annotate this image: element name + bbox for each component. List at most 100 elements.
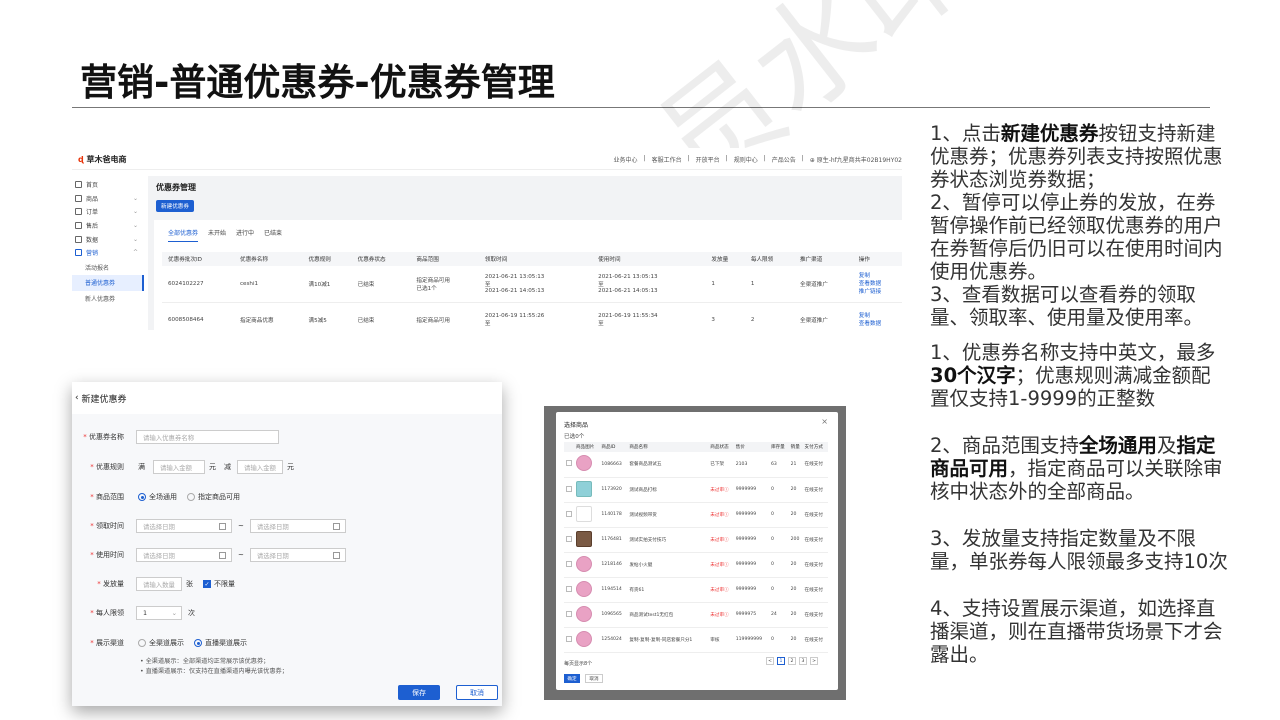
sidebar-subitem[interactable]: 活动报名 <box>72 260 144 276</box>
sidebar-item[interactable]: 首页 <box>72 178 144 192</box>
save-button[interactable]: 保存 <box>398 685 440 700</box>
rule-label: * 优惠规则 <box>90 463 124 471</box>
channel-all-radio[interactable]: 全渠道展示 <box>138 638 184 648</box>
sidebar-item[interactable]: 售后 ⌄ <box>72 219 144 233</box>
note-paragraph: 2、商品范围支持全场通用及指定商品可用，指定商品可以关联除审核中状态外的全部商品… <box>930 434 1223 503</box>
quantity-input[interactable]: 请输入数量 <box>136 577 182 591</box>
nav-divider: | <box>763 155 766 162</box>
top-nav-item[interactable]: 业务中心 <box>614 155 638 164</box>
product-row[interactable]: 1254024 复制-复制-复制-同店套餐只分1 审核 119999999 0 20 在线支… <box>564 627 828 653</box>
product-price: 9999975 <box>733 602 769 628</box>
product-stock: 0 <box>768 477 789 503</box>
use-start-date[interactable]: 请选择日期 <box>136 548 232 562</box>
channel-live-radio[interactable]: 直播渠道展示 <box>194 638 247 648</box>
product-name: 测试实拍支付技巧 <box>627 527 709 553</box>
ops-cell: 复制 查看数据 推广链接 <box>852 266 902 303</box>
product-table: 商品图片 商品ID 商品名称 商品状态 售价 库存量 销量 支付方式 1086663 套餐商品测… <box>564 442 828 653</box>
nav-divider: | <box>687 155 690 162</box>
sidebar-subitem[interactable]: 新人优惠券 <box>72 291 144 307</box>
select-cell <box>564 552 574 578</box>
row-checkbox[interactable] <box>566 460 572 467</box>
row-checkbox[interactable] <box>566 560 572 567</box>
page-button[interactable]: 2 <box>788 657 796 665</box>
new-coupon-button[interactable]: 新建优惠券 <box>156 200 194 212</box>
close-icon[interactable]: × <box>821 417 828 426</box>
product-sales: 21 <box>788 452 803 478</box>
top-nav-item[interactable]: 产品公告 <box>772 155 796 164</box>
op-link[interactable]: 复制 <box>859 312 902 320</box>
top-nav-item[interactable]: 客服工作台 <box>652 155 682 164</box>
product-name: 测试视频带货 <box>627 502 709 528</box>
row-checkbox[interactable] <box>566 535 572 542</box>
status-tab[interactable]: 全部优惠券 <box>168 228 199 242</box>
receive-start-date[interactable]: 请选择日期 <box>136 519 232 533</box>
op-link[interactable]: 查看数据 <box>859 320 902 328</box>
product-row[interactable]: 1086663 套餐商品测试五 已下架 2103 63 21 在线支付 <box>564 452 828 478</box>
product-row[interactable]: 1194514 有货61 未过审ⓘ 9999999 0 20 在线支付 <box>564 577 828 603</box>
row-checkbox[interactable] <box>566 510 572 517</box>
page-button[interactable]: 1 <box>777 657 785 665</box>
back-icon[interactable]: ‹ <box>75 393 79 403</box>
status-tab[interactable]: 进行中 <box>236 228 254 242</box>
product-stock: 0 <box>768 502 789 528</box>
scope-specific-radio[interactable]: 指定商品可用 <box>187 492 240 502</box>
product-row[interactable]: 1173920 测试商品打标 未过审ⓘ 9999999 0 20 在线支付 <box>564 477 828 503</box>
product-row[interactable]: 1096565 商品测试test1无红包 未过审ⓘ 9999975 24 20 在线支付 <box>564 602 828 628</box>
notes-top: 1、点击新建优惠券按钮支持新建优惠券；优惠券列表支持按照优惠券状态浏览券数据； 2… <box>930 122 1230 329</box>
status-tab[interactable]: 已结束 <box>264 228 282 242</box>
row-checkbox[interactable] <box>566 610 572 617</box>
scope-all-radio[interactable]: 全场通用 <box>138 492 177 502</box>
coupon-list-screenshot: ɖ 草木爸电商 业务中心 | 客服工作台 | 开放平台 | 规则中心 | 产品公告 | ⊕ 原生-h… <box>72 148 902 330</box>
note-paragraph: 1、点击新建优惠券按钮支持新建优惠券；优惠券列表支持按照优惠券状态浏览券数据； <box>930 122 1223 191</box>
sidebar-item[interactable]: 订单 ⌄ <box>72 205 144 219</box>
column-header: 使用时间 <box>592 252 706 266</box>
logo-mark-icon: ɖ <box>78 155 84 164</box>
product-name: 套餐商品测试五 <box>627 452 709 478</box>
picker-ok-button[interactable]: 确定 <box>564 674 580 683</box>
top-nav-item[interactable]: 规则中心 <box>734 155 758 164</box>
receive-time-row: * 领取时间 请选择日期 ~ 请选择日期 <box>72 518 346 534</box>
row-checkbox[interactable] <box>566 635 572 642</box>
picker-cancel-button[interactable]: 取消 <box>585 674 603 683</box>
status-tab[interactable]: 未开始 <box>208 228 226 242</box>
column-header: 发放量 <box>705 252 745 266</box>
product-stock: 63 <box>768 452 789 478</box>
product-row[interactable]: 1218146 发帖小火腿 未过审ⓘ 9999999 0 20 在线支付 <box>564 552 828 578</box>
page-button[interactable]: < <box>766 657 774 665</box>
image-cell <box>573 627 600 653</box>
product-status: 未过审ⓘ <box>708 477 734 503</box>
page-button[interactable]: 3 <box>799 657 807 665</box>
sidebar-item[interactable]: 数据 ⌄ <box>72 232 144 246</box>
use-end-date[interactable]: 请选择日期 <box>249 548 346 562</box>
op-link[interactable]: 复制 <box>859 272 902 280</box>
limit-select[interactable]: 1 ⌄ <box>136 606 182 620</box>
table-cell: 6008508464 <box>162 302 234 330</box>
coupon-name-input[interactable]: 请输入优惠券名称 <box>136 430 279 444</box>
product-thumbnail <box>575 580 592 597</box>
product-status: 未过审ⓘ <box>708 527 734 553</box>
product-price: 9999999 <box>733 577 769 603</box>
op-link[interactable]: 推广链接 <box>859 288 902 296</box>
rule-minus-text: 减 <box>224 463 231 471</box>
top-nav-item[interactable]: 开放平台 <box>696 155 720 164</box>
product-price: 9999999 <box>733 527 769 553</box>
unlimited-checkbox[interactable]: ✓ 不限量 <box>203 579 235 589</box>
sidebar-item[interactable]: 营销 ^ <box>72 246 144 260</box>
op-link[interactable]: 查看数据 <box>859 280 902 288</box>
dialog-header: ‹ 新建优惠券 <box>72 382 502 414</box>
product-sales: 20 <box>788 502 803 528</box>
page-button[interactable]: > <box>810 657 818 665</box>
row-checkbox[interactable] <box>566 485 572 492</box>
product-row[interactable]: 1176481 测试实拍支付技巧 未过审ⓘ 9999999 0 200 在线支付 <box>564 527 828 553</box>
row-checkbox[interactable] <box>566 585 572 592</box>
rule-discount-input[interactable]: 请输入金额 <box>237 460 283 474</box>
after-sale-icon <box>75 222 82 230</box>
product-row[interactable]: 1140178 测试视频带货 未过审ⓘ 9999999 0 20 在线支付 <box>564 502 828 528</box>
sidebar-item-label: 订单 <box>86 209 99 217</box>
sidebar-subitem[interactable]: 普通优惠券 <box>72 275 144 291</box>
sidebar-item[interactable]: 商品 ⌄ <box>72 192 144 206</box>
receive-end-date[interactable]: 请选择日期 <box>249 519 346 533</box>
top-nav-item[interactable]: ⊕ 原生-hf九星商共丰02B19HY02 <box>810 155 902 164</box>
rule-threshold-input[interactable]: 请输入金额 <box>153 460 205 474</box>
cancel-button[interactable]: 取消 <box>456 685 498 700</box>
